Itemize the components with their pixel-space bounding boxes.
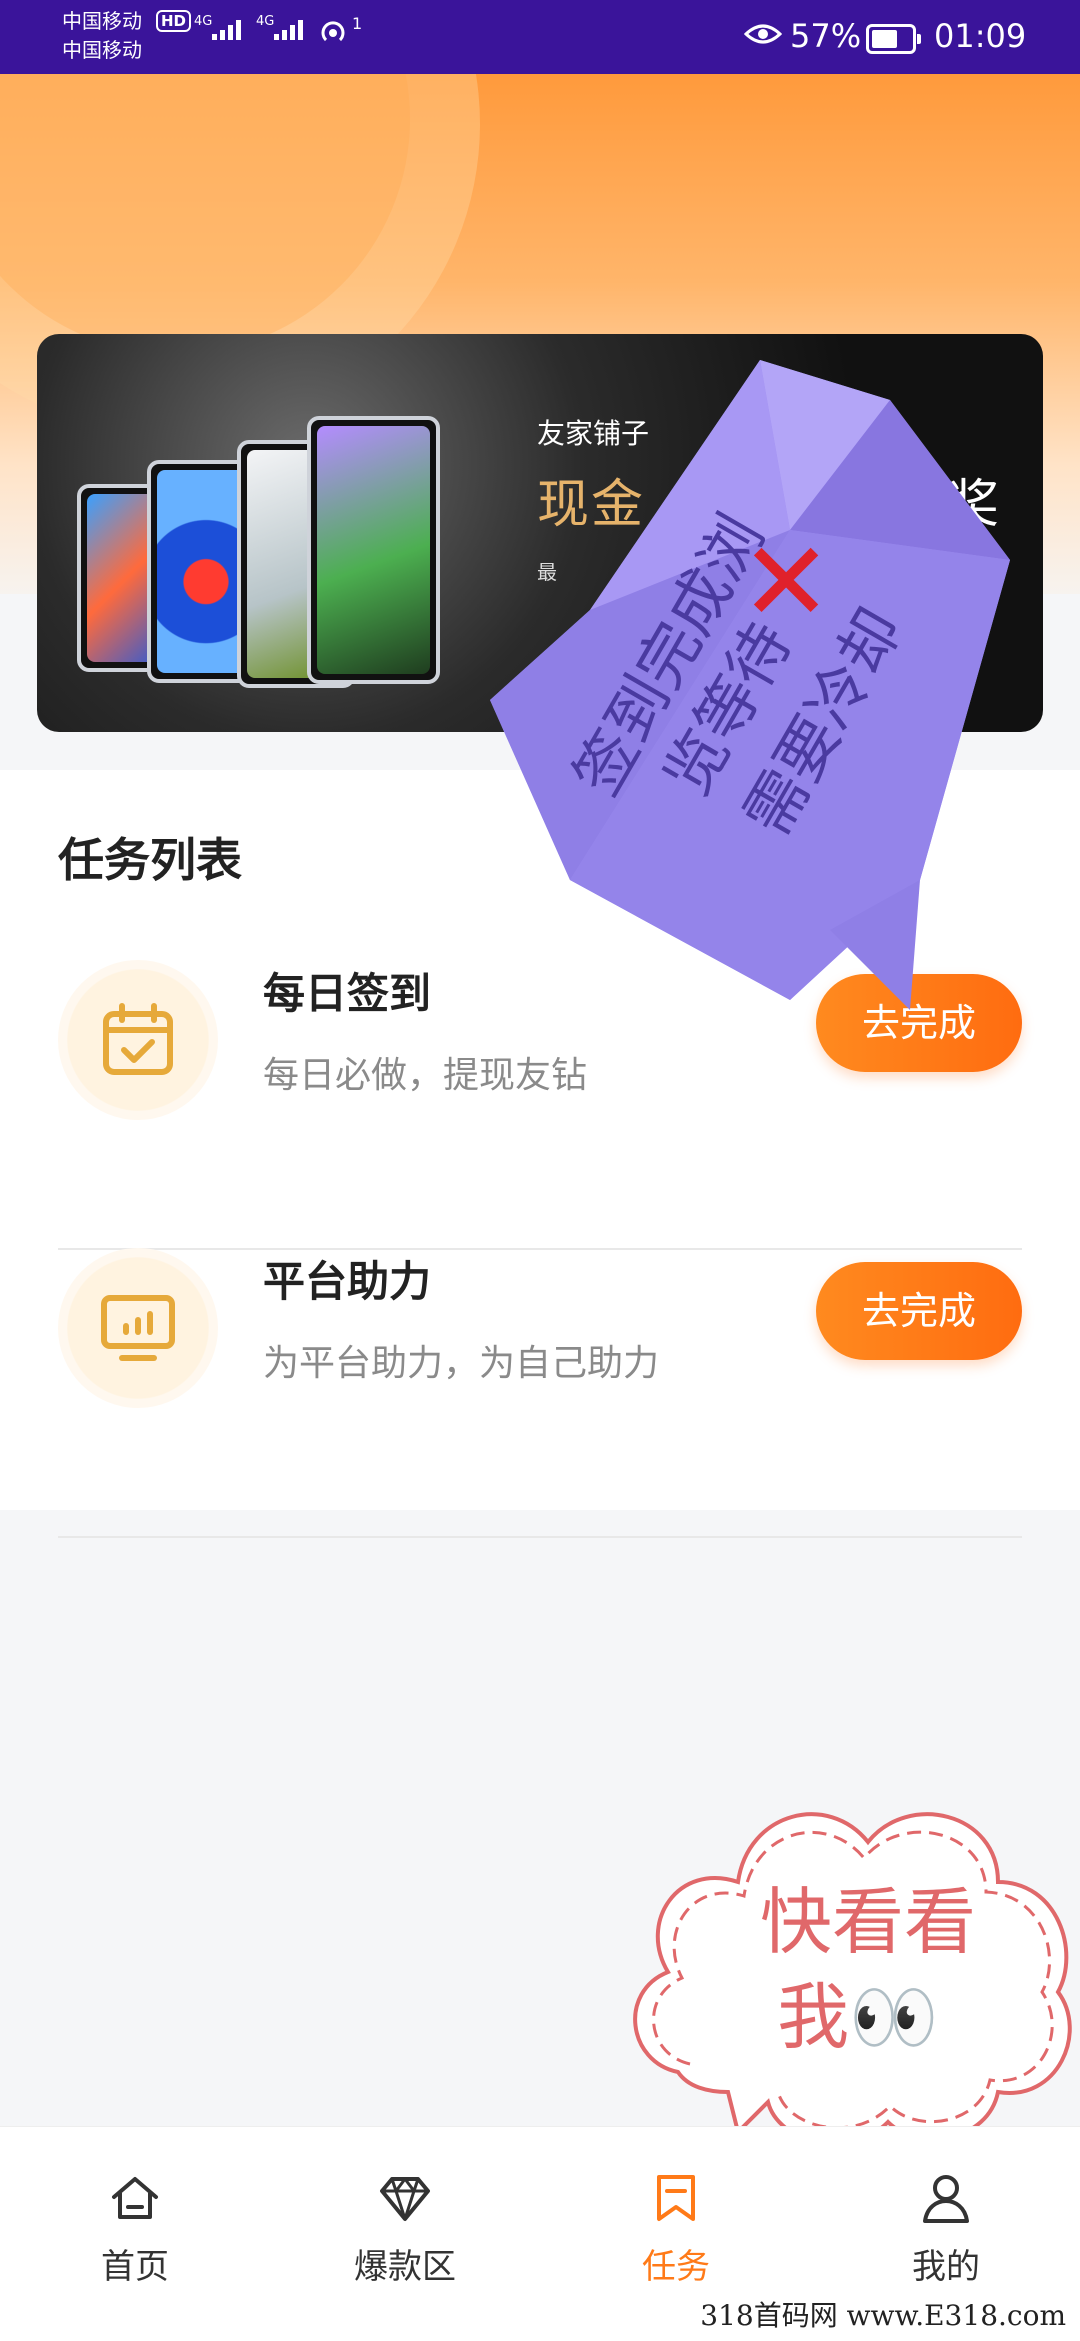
annotation-x-mark: ✕: [740, 518, 832, 646]
diamond-icon: [380, 2177, 430, 2221]
task-title: 每日签到: [263, 969, 432, 1018]
status-bar: 中国移动 中国移动 HD 4G 4G 1 57% 01:09: [0, 0, 1080, 74]
nav-label: 爆款区: [354, 2247, 456, 2287]
nav-label: 首页: [101, 2247, 169, 2287]
task-icon-bg: [58, 960, 218, 1120]
signal-icon: 4G: [256, 14, 306, 40]
nav-tasks[interactable]: 任务: [606, 2171, 746, 2288]
battery-percent: 57%: [790, 17, 862, 55]
hotspot-icon: [321, 21, 345, 42]
signal-icon: 4G: [194, 14, 244, 40]
carrier-2: 中国移动: [62, 38, 142, 62]
bookmark-icon: [657, 2175, 695, 2221]
cloud-text-line2: 我👀: [777, 1975, 939, 2059]
monitor-chart-icon: [101, 1295, 175, 1361]
clock: 01:09: [934, 17, 1027, 55]
home-icon: [112, 2177, 158, 2219]
carrier-1: 中国移动: [62, 9, 142, 33]
hotspot-count: 1: [352, 14, 363, 33]
hd-badge: HD: [156, 10, 192, 32]
watermark: 318首码网 www.E318.com: [694, 2294, 1072, 2334]
calendar-check-icon: [103, 1003, 173, 1075]
nav-home[interactable]: 首页: [65, 2171, 205, 2288]
eye-comfort-icon: [744, 24, 782, 44]
complete-task-button[interactable]: 去完成: [816, 1262, 1022, 1360]
task-item-boost: 平台助力 为平台助力，为自己助力 去完成: [58, 1248, 1022, 1538]
nav-label: 任务: [642, 2247, 710, 2287]
phones-image: [77, 404, 447, 694]
task-icon-bg: [58, 1248, 218, 1408]
nav-profile[interactable]: 我的: [876, 2171, 1016, 2288]
user-icon: [923, 2175, 969, 2223]
divider: [58, 1536, 1022, 1538]
battery-icon: [866, 24, 921, 54]
task-description: 为平台助力，为自己助力: [263, 1343, 660, 1384]
nav-label: 我的: [912, 2247, 980, 2287]
task-description: 每日必做，提现友钻: [263, 1055, 588, 1096]
task-title: 平台助力: [263, 1257, 432, 1306]
annotation-bubble: 签到完成浏 览等待 需要冷却 ✕: [490, 360, 1010, 1010]
task-list-heading: 任务列表: [58, 833, 242, 887]
nav-hot-items[interactable]: 爆款区: [335, 2171, 475, 2288]
cloud-text-line1: 快看看: [760, 1880, 976, 1964]
